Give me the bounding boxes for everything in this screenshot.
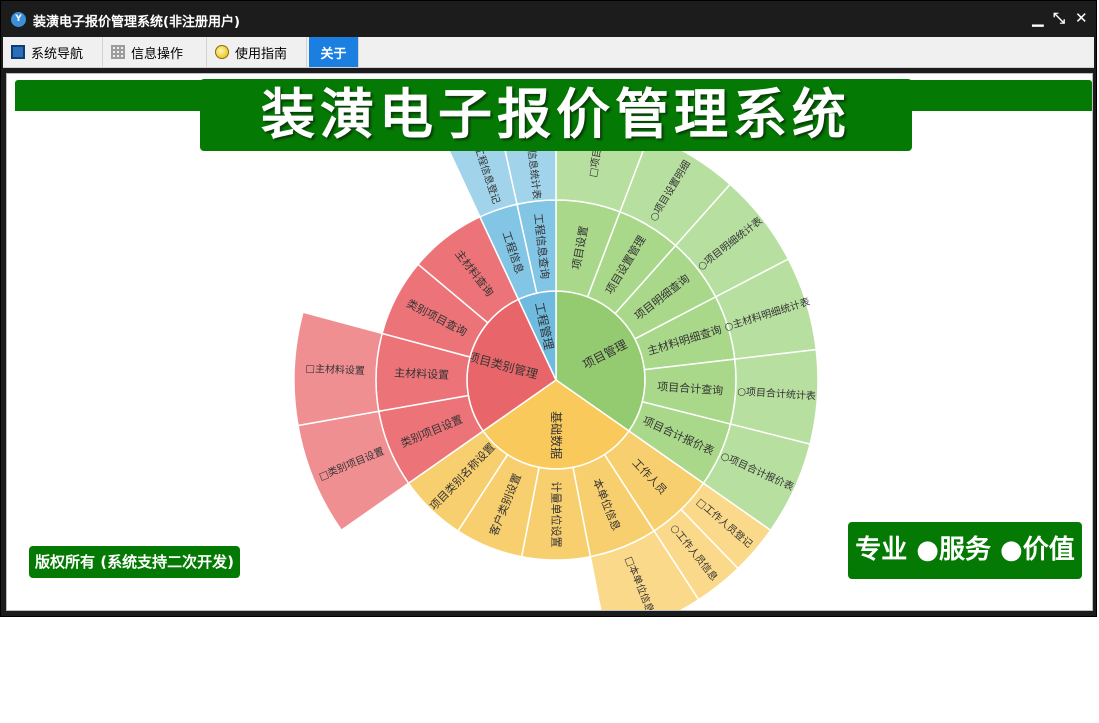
tab-system-navigation[interactable]: 系统导航 bbox=[3, 37, 103, 67]
tab-label: 使用指南 bbox=[235, 46, 288, 62]
tab-label: 系统导航 bbox=[31, 46, 84, 62]
copyright-label: 版权所有 (系统支持二次开发) bbox=[29, 546, 240, 578]
about-panel: 项目管理 项目设置 □项目 项目设置管理 ○项目设置明细 项目明细查询 ○项目明细统计表 主材… bbox=[6, 73, 1093, 611]
app-logo-icon: Y bbox=[11, 12, 26, 27]
tab-user-guide[interactable]: 使用指南 bbox=[207, 37, 307, 67]
minimize-icon[interactable]: ▁ bbox=[1032, 9, 1044, 27]
sunburst-item-label: 主材料设置 bbox=[394, 365, 450, 381]
app-window: Y 装潢电子报价管理系统(非注册用户) ▁ ⤡ ✕ 系统导航 信息操作 使用指南… bbox=[0, 0, 1097, 617]
sunburst-item-label: 计量单位设置 bbox=[550, 482, 564, 548]
sunburst-group-label: 基础数据 bbox=[549, 411, 564, 459]
close-icon[interactable]: ✕ bbox=[1075, 9, 1088, 27]
tab-label: 关于 bbox=[320, 46, 347, 62]
tab-about[interactable]: 关于 bbox=[309, 37, 359, 67]
tab-info-operation[interactable]: 信息操作 bbox=[103, 37, 207, 67]
slogan-badge: 专业 ●服务 ●价值 bbox=[848, 522, 1082, 579]
title-bar[interactable]: Y 装潢电子报价管理系统(非注册用户) ▁ ⤡ ✕ bbox=[1, 1, 1096, 37]
monitor-icon bbox=[11, 45, 25, 59]
window-title: 装潢电子报价管理系统(非注册用户) bbox=[33, 15, 240, 30]
menu-bar: 系统导航 信息操作 使用指南 关于 bbox=[3, 37, 1094, 68]
page-title: 装潢电子报价管理系统 bbox=[200, 79, 912, 151]
tab-label: 信息操作 bbox=[131, 46, 184, 62]
bulb-icon bbox=[215, 45, 229, 59]
restore-icon[interactable]: ⤡ bbox=[1053, 9, 1065, 27]
grid-icon bbox=[111, 45, 125, 59]
